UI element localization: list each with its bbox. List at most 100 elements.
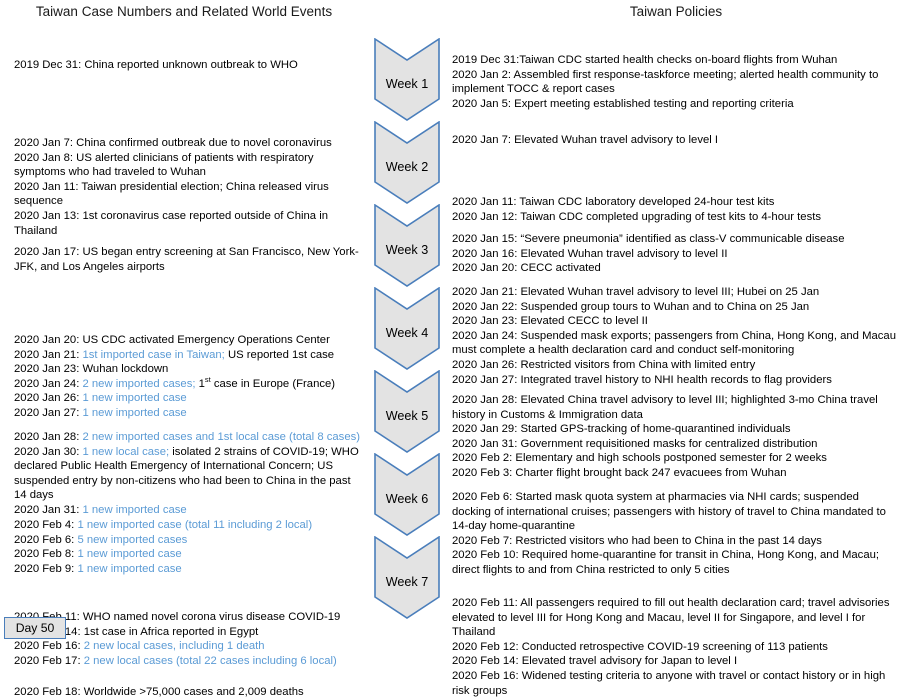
event-text: 2020 Jan 11: Taiwan presidential electio… [14,180,329,208]
event-text: 2020 Jan 7: Elevated Wuhan travel adviso… [452,134,719,146]
case-count-highlight: 1 new imported case [82,503,187,516]
event-text: 2020 Jan 17: US began entry screening at… [14,246,359,273]
event-text: 2020 Feb 6: [14,533,78,546]
day-50-marker: Day 50 [4,617,66,639]
case-count-highlight: 1 new local case; [82,445,170,458]
event-line: 2020 Jan 21: 1st imported case in Taiwan… [14,348,364,363]
event-text: 2020 Jan 28: Elevated China travel advis… [452,394,878,421]
event-block: 2019 Dec 31:Taiwan CDC started health ch… [452,53,898,111]
event-block: 2020 Jan 28: 2 new imported cases and 1s… [14,430,364,518]
event-text: 2020 Jan 21: Elevated Wuhan travel advis… [452,286,820,298]
event-line: 2020 Feb 7: Restricted visitors who had … [452,534,898,549]
event-line: 2020 Jan 28: Elevated China travel advis… [452,393,898,422]
case-count-highlight: 1 new imported case [77,548,182,561]
event-block: 2020 Feb 6: Started mask quota system at… [452,490,898,578]
event-line: 2020 Jan 27: 1 new imported case [14,406,364,421]
event-line: 2020 Feb 16: 2 new local cases, includin… [14,639,364,654]
event-line: 2020 Feb 8: 1 new imported case [14,547,364,562]
case-count-highlight: 1st imported case in Taiwan; [82,348,225,361]
event-text: 2020 Jan 31: Government requisitioned ma… [452,437,818,450]
event-block: 2020 Jan 21: Elevated Wuhan travel advis… [452,285,898,387]
event-text: 2020 Jan 27: Integrated travel history t… [452,373,832,386]
event-line: 2020 Jan 11: Taiwan presidential electio… [14,180,364,209]
event-line: 2020 Jan 20: US CDC activated Emergency … [14,333,364,348]
event-text: 2020 Jan 24: Suspended mask exports; pas… [452,329,896,357]
event-line: 2020 Jan 21: Elevated Wuhan travel advis… [452,285,898,300]
event-line: 2020 Jan 26: 1 new imported case [14,391,364,406]
case-count-highlight: 1 new imported case [77,562,182,575]
event-text: 2020 Jan 2: Assembled first response-tas… [452,68,879,96]
event-line: 2020 Jan 31: 1 new imported case [14,503,364,518]
event-block: 2020 Jan 11: Taiwan CDC laboratory devel… [452,195,898,224]
case-count-highlight: 2 new local cases (total 22 cases includ… [83,654,337,667]
event-block: 2020 Jan 7: Elevated Wuhan travel adviso… [452,133,898,148]
event-block: 2020 Feb 11: All passengers required to … [452,596,898,698]
left-column-header: Taiwan Case Numbers and Related World Ev… [35,4,333,19]
event-line: 2020 Jan 28: 2 new imported cases and 1s… [14,430,364,445]
event-line: 2019 Dec 31: China reported unknown outb… [14,58,364,73]
event-text: 2020 Jan 24: [14,377,83,390]
event-text: 2020 Feb 16: [14,640,84,653]
event-block: 2020 Jan 7: China confirmed outbreak due… [14,136,364,238]
event-text: 2020 Feb 2: Elementary and high schools … [452,452,827,465]
event-text: 2020 Feb 8: [14,548,78,561]
event-text: 2020 Jan 11: Taiwan CDC laboratory devel… [452,196,775,208]
event-text: 2020 Jan 15: “Severe pneumonia” identifi… [452,233,845,245]
event-text: 2020 Feb 3: Charter flight brought back … [452,466,787,479]
event-text: 2020 Jan 29: Started GPS-tracking of hom… [452,423,791,436]
event-text: 2020 Jan 16: Elevated Wuhan travel advis… [452,247,728,260]
event-line: 2020 Jan 30: 1 new local case; isolated … [14,445,364,503]
event-line: 2020 Feb 12: Conducted retrospective COV… [452,640,898,655]
event-text: 2020 Feb 12: Conducted retrospective COV… [452,640,828,653]
event-line: 2020 Jan 31: Government requisitioned ma… [452,437,898,452]
week-chevron: Week 4 [372,287,442,370]
event-text: US reported 1st case [224,348,335,361]
event-text: case in Europe (France) [210,377,336,390]
event-text: 2020 Jan 23: Wuhan lockdown [14,363,169,376]
event-text: 2020 Feb 11: All passengers required to … [452,597,890,639]
event-line: 2020 Jan 12: Taiwan CDC completed upgrad… [452,210,898,225]
case-count-highlight: 1 new imported case (total 11 including … [77,519,313,531]
event-text: 2020 Jan 26: [14,392,83,405]
week-chevron: Week 6 [372,453,442,536]
case-count-highlight: 2 new local cases, including 1 death [83,640,265,653]
case-count-highlight: 5 new imported cases [77,533,188,546]
event-text: 2020 Jan 31: [14,503,83,516]
case-count-highlight: 1 new imported case [82,406,187,419]
event-block: 2020 Jan 20: US CDC activated Emergency … [14,333,364,421]
event-text: 2020 Feb 6: Started mask quota system at… [452,491,886,533]
event-line: 2020 Jan 2: Assembled first response-tas… [452,68,898,97]
case-count-highlight: 2 new imported cases; [82,377,196,390]
event-line: 2019 Dec 31:Taiwan CDC started health ch… [452,53,898,68]
event-text: 2020 Jan 30: [14,445,83,458]
event-text: 2020 Jan 13: 1st coronavirus case report… [14,209,328,237]
event-text: 2020 Jan 20: US CDC activated Emergency … [14,334,330,346]
event-line: 2020 Feb 2: Elementary and high schools … [452,451,898,466]
event-line: 2020 Jan 11: Taiwan CDC laboratory devel… [452,195,898,210]
event-line: 2020 Jan 24: Suspended mask exports; pas… [452,329,898,358]
event-line: 2020 Jan 26: Restricted visitors from Ch… [452,358,898,373]
event-text: 2020 Feb 10: Required home-quarantine fo… [452,549,880,576]
timeline-diagram: Taiwan Case Numbers and Related World Ev… [0,0,900,698]
case-count-highlight: 1 new imported case [82,392,187,405]
event-text: 2020 Jan 26: Restricted visitors from Ch… [452,358,756,371]
event-line: 2020 Jan 5: Expert meeting established t… [452,97,898,112]
event-text: 2020 Feb 16: Widened testing criteria to… [452,669,886,697]
event-line: 2020 Jan 23: Wuhan lockdown [14,362,364,377]
event-line: 2020 Feb 6: 5 new imported cases [14,533,364,548]
event-line: 2020 Feb 11: All passengers required to … [452,596,898,640]
event-text: 2020 Jan 22: Suspended group tours to Wu… [452,300,810,313]
event-line: 2020 Jan 29: Started GPS-tracking of hom… [452,422,898,437]
event-line: 2020 Jan 7: Elevated Wuhan travel adviso… [452,133,898,148]
week-chevron: Week 5 [372,370,442,453]
event-line: 2020 Feb 17: 2 new local cases (total 22… [14,654,364,669]
event-line: 2020 Jan 27: Integrated travel history t… [452,373,898,388]
week-chevron: Week 3 [372,204,442,287]
event-line: 2020 Jan 8: US alerted clinicians of pat… [14,151,364,180]
event-line: 2020 Feb 14: 1st case in Africa reported… [14,625,364,640]
event-block: 2020 Feb 4: 1 new imported case (total 1… [14,518,364,576]
event-text: 2020 Feb 18: Worldwide >75,000 cases and… [14,686,304,698]
event-text: 2020 Feb 4: [14,519,78,531]
event-line: 2020 Jan 7: China confirmed outbreak due… [14,136,364,151]
event-text: 2020 Jan 8: US alerted clinicians of pat… [14,151,314,179]
